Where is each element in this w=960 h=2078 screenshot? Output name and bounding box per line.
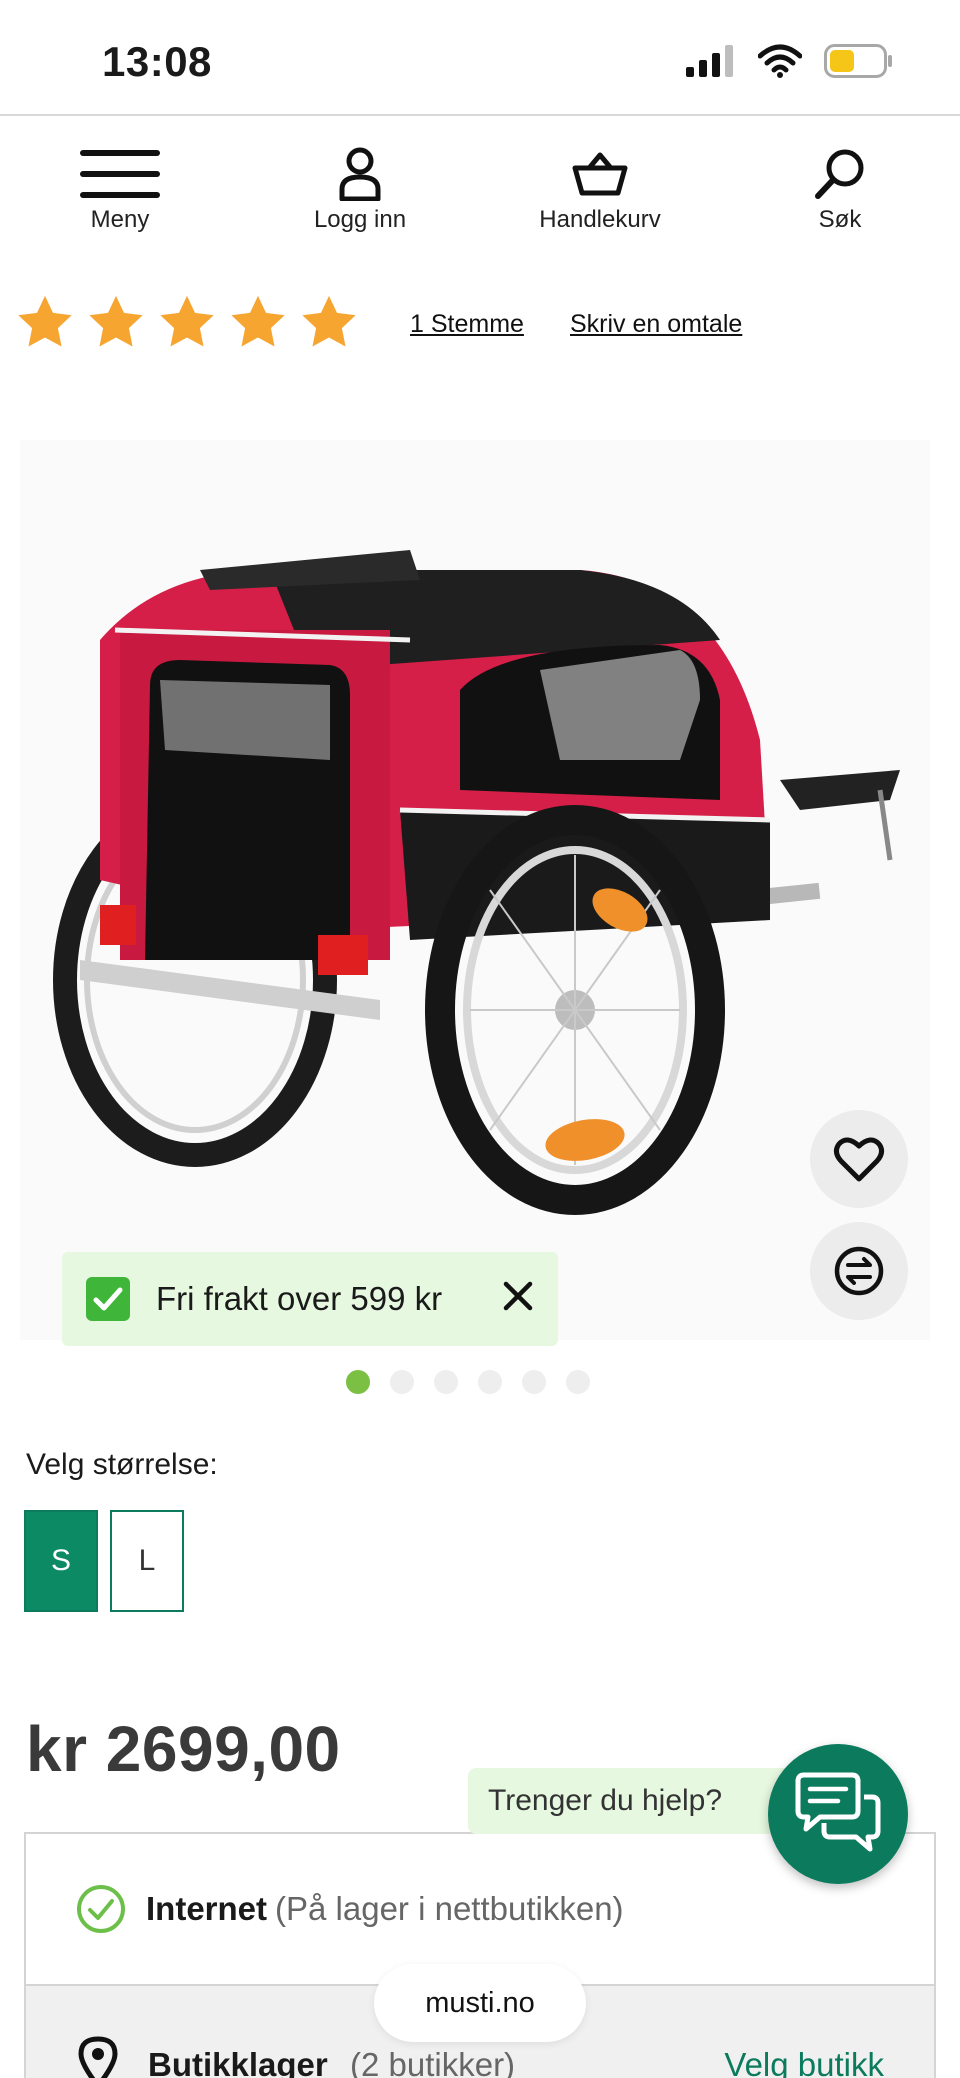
size-option-s[interactable]: S	[24, 1510, 98, 1612]
check-circle-icon	[77, 1885, 125, 1933]
free-shipping-banner: Fri frakt over 599 kr	[62, 1252, 558, 1346]
search-icon	[815, 149, 864, 199]
star-icon	[231, 295, 285, 347]
login-label: Logg inn	[313, 206, 407, 233]
carousel-dot[interactable]	[434, 1370, 458, 1394]
carousel-dot[interactable]	[522, 1370, 546, 1394]
store-status: (2 butikker)	[350, 2046, 516, 2078]
basket-icon	[572, 152, 628, 196]
star-icon	[160, 295, 214, 347]
votes-link[interactable]: 1 Stemme	[410, 310, 524, 339]
status-bar: 13:08	[0, 0, 960, 116]
size-label: Velg størrelse:	[26, 1448, 218, 1481]
size-options: S L	[24, 1510, 184, 1612]
carousel-dot[interactable]	[390, 1370, 414, 1394]
search-label: Søk	[818, 206, 862, 233]
chat-button[interactable]	[768, 1744, 908, 1884]
carousel-dots	[346, 1370, 590, 1394]
size-option-l[interactable]: L	[110, 1510, 184, 1612]
star-icon	[18, 295, 72, 347]
menu-button[interactable]: Meny	[20, 146, 220, 234]
location-pin-icon	[78, 2036, 118, 2078]
status-time: 13:08	[102, 38, 212, 85]
check-icon	[86, 1277, 130, 1321]
star-icon	[89, 295, 143, 347]
menu-label: Meny	[90, 206, 150, 233]
bike-trailer-image	[53, 550, 900, 1215]
product-image[interactable]	[20, 440, 930, 1340]
cart-button[interactable]: Handlekurv	[500, 146, 700, 234]
login-button[interactable]: Logg inn	[260, 146, 460, 234]
search-button[interactable]: Søk	[740, 146, 940, 234]
product-price: kr 2699,00	[26, 1713, 341, 1785]
promo-text: Fri frakt over 599 kr	[156, 1280, 443, 1317]
choose-store-link[interactable]: Velg butikk	[724, 2046, 884, 2078]
url-bar[interactable]: musti.no	[374, 1964, 586, 2042]
rating: 1 Stemme Skriv en omtale	[14, 292, 742, 354]
carousel-dot[interactable]	[478, 1370, 502, 1394]
compare-button[interactable]	[810, 1222, 908, 1320]
cart-label: Handlekurv	[539, 206, 661, 233]
compare-icon	[834, 1246, 884, 1296]
user-icon	[339, 147, 381, 201]
top-nav: Meny Logg inn Handlekurv Søk	[0, 118, 960, 248]
star-rating[interactable]	[14, 292, 360, 354]
chat-icon	[795, 1772, 881, 1852]
carousel-dot[interactable]	[346, 1370, 370, 1394]
help-bubble[interactable]: Trenger du hjelp?	[468, 1768, 798, 1834]
signal-icon	[686, 45, 733, 77]
status-icons	[686, 44, 894, 78]
store-label: Butikklager	[148, 2046, 328, 2078]
battery-icon	[824, 44, 892, 78]
close-icon[interactable]	[500, 1278, 536, 1319]
carousel-dot[interactable]	[566, 1370, 590, 1394]
heart-icon	[833, 1137, 885, 1182]
internet-label: Internet	[146, 1890, 268, 1927]
wishlist-button[interactable]	[810, 1110, 908, 1208]
internet-status: (På lager i nettbutikken)	[275, 1890, 624, 1927]
wifi-icon	[758, 44, 802, 78]
hamburger-icon	[80, 150, 160, 198]
star-icon	[302, 295, 356, 347]
write-review-link[interactable]: Skriv en omtale	[570, 310, 742, 339]
